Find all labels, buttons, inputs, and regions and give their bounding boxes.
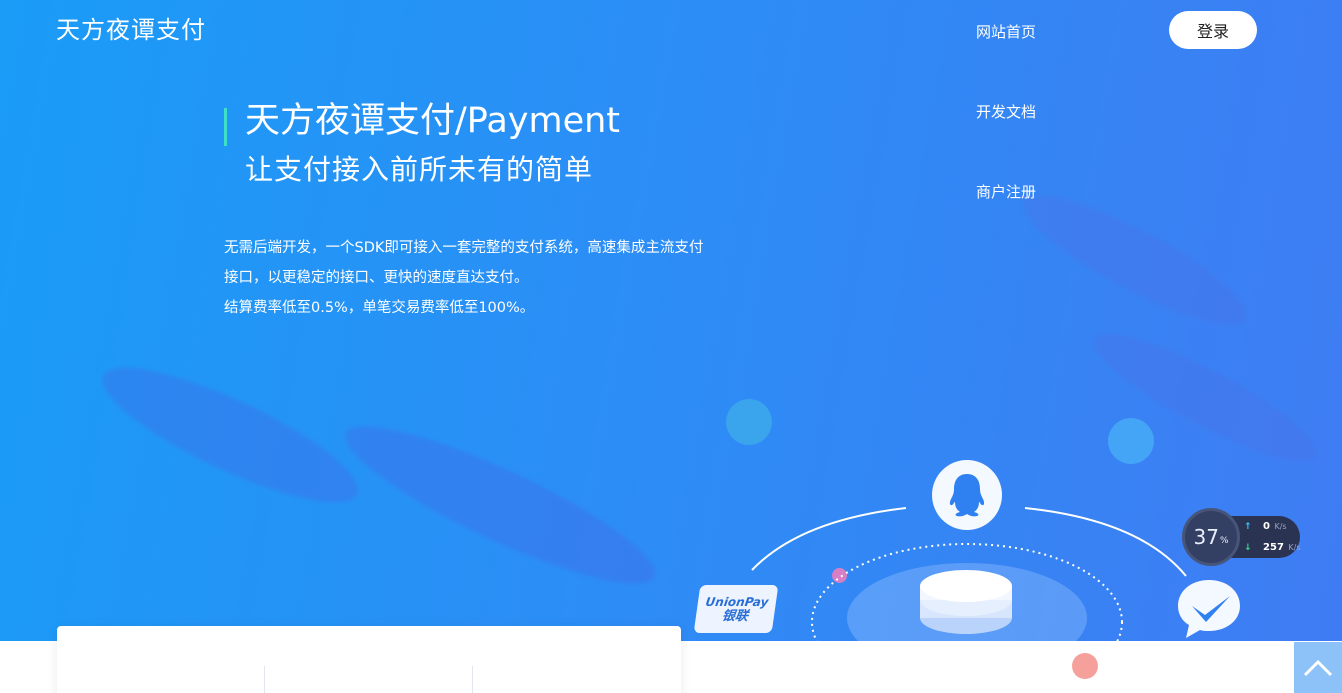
card-divider: [472, 666, 473, 693]
upload-speed: ↑ 0 K/s: [1244, 521, 1287, 532]
card-divider: [264, 666, 265, 693]
orbit-arc-left: [751, 507, 907, 571]
usage-gauge: 37 %: [1182, 508, 1240, 566]
back-to-top-button[interactable]: [1294, 642, 1342, 693]
usage-percent: 37: [1193, 525, 1219, 549]
chevron-up-icon: [1303, 659, 1333, 676]
hero-section: 天方夜谭支付 网站首页 开发文档 商户注册 登录 天方夜谭支付/Payment …: [0, 0, 1342, 641]
unionpay-text-en: UnionPay: [704, 594, 770, 609]
qq-penguin-icon: [932, 460, 1002, 530]
upload-arrow-icon: ↑: [1244, 522, 1252, 532]
chat-check-icon: [1176, 578, 1242, 640]
decor-dot: [1072, 653, 1098, 679]
usage-percent-sign: %: [1219, 536, 1229, 546]
network-speed-widget[interactable]: 37 % ↑ 0 K/s ↓ 257 K/s: [1182, 508, 1301, 566]
download-value: 257: [1263, 542, 1284, 553]
payment-illustration: [751, 507, 1187, 641]
orbit-arc-right: [1024, 507, 1187, 577]
download-arrow-icon: ↓: [1244, 543, 1252, 553]
download-speed: ↓ 257 K/s: [1244, 542, 1301, 553]
unionpay-logo: UnionPay 银联: [693, 585, 779, 633]
feature-card: [57, 626, 681, 693]
unionpay-text-cn: 银联: [720, 608, 750, 624]
upload-value: 0: [1263, 521, 1270, 532]
coin-stack-icon: [920, 570, 1012, 634]
download-unit: K/s: [1288, 543, 1301, 552]
upload-unit: K/s: [1274, 522, 1287, 531]
